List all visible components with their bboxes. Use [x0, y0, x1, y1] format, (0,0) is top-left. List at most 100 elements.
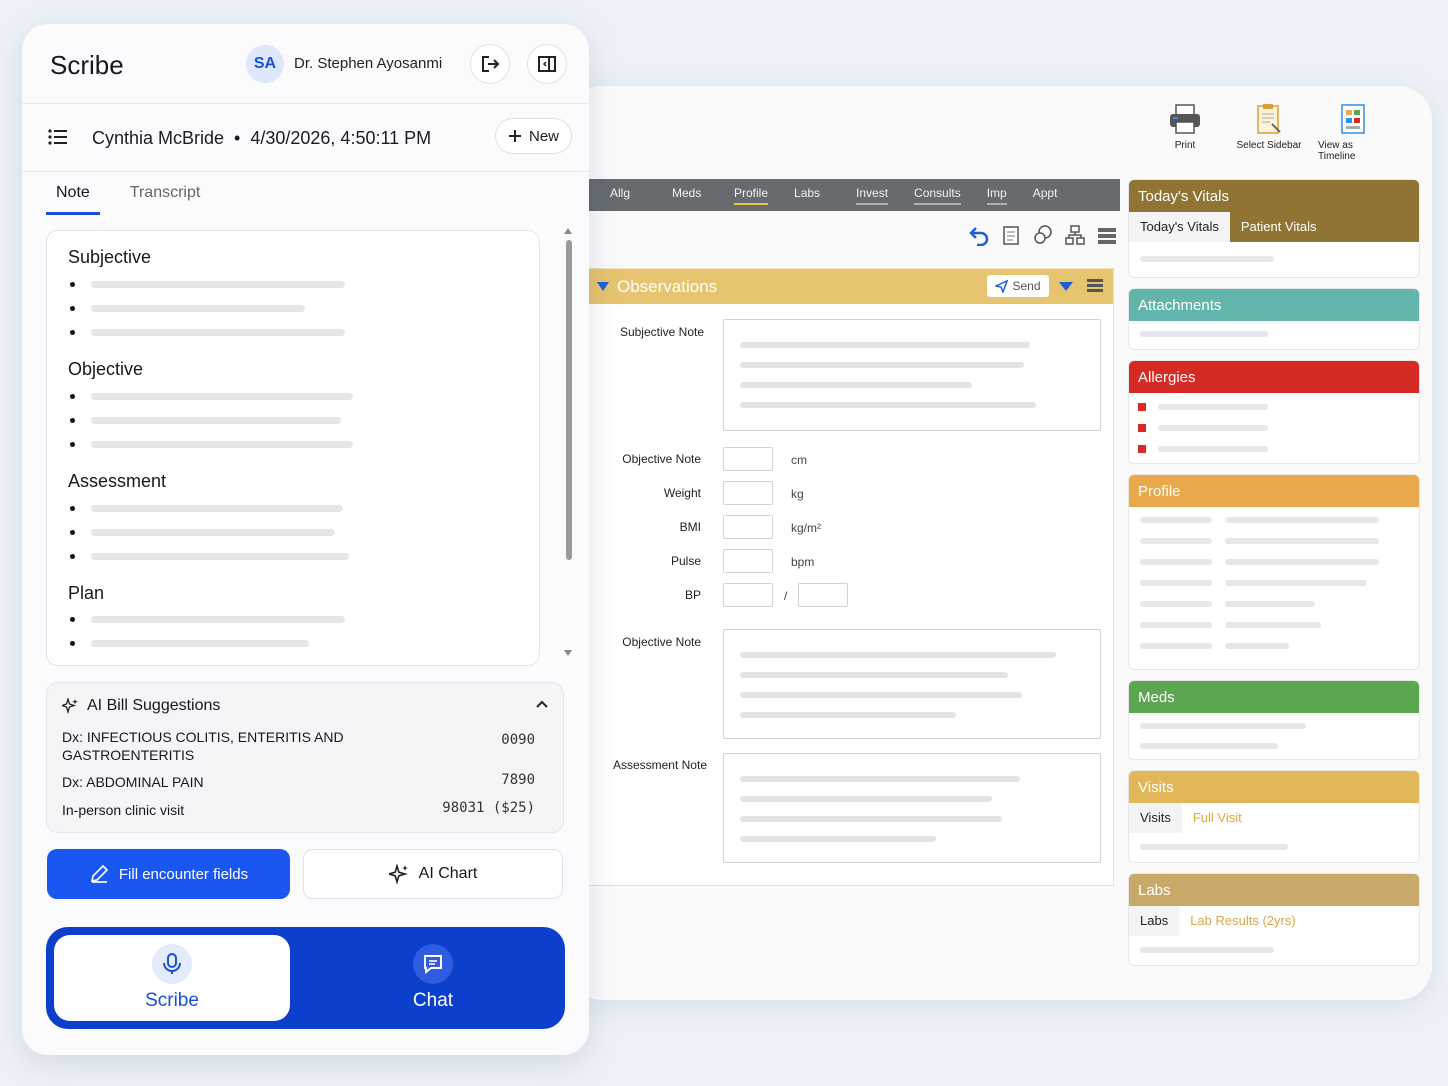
- hierarchy-icon[interactable]: [1064, 224, 1086, 246]
- send-label: Send: [1012, 279, 1041, 293]
- collapse-triangle-icon[interactable]: [597, 282, 609, 291]
- sparkle-icon: [388, 864, 408, 884]
- visits-header[interactable]: Visits: [1129, 771, 1419, 803]
- allergies-panel: Allergies: [1128, 360, 1420, 464]
- tab-lab-results[interactable]: Lab Results (2yrs): [1179, 906, 1306, 936]
- toggle-panel-button[interactable]: [527, 44, 567, 84]
- observations-header[interactable]: Observations Send: [589, 269, 1113, 304]
- tab-meds[interactable]: Meds: [672, 186, 734, 205]
- logout-button[interactable]: [470, 44, 510, 84]
- section-subjective: Subjective: [68, 247, 152, 267]
- chevron-up-icon[interactable]: [535, 699, 549, 709]
- attachments-header[interactable]: Attachments: [1129, 289, 1419, 321]
- meds-panel: Meds: [1128, 680, 1420, 760]
- section-plan: Plan: [68, 583, 105, 603]
- mode-switcher: Scribe Chat: [46, 927, 565, 1029]
- print-button[interactable]: Print: [1150, 102, 1220, 162]
- assessment-note-textarea[interactable]: [723, 753, 1101, 863]
- chat-icon: [413, 944, 453, 984]
- scrollbar-thumb[interactable]: [566, 240, 572, 560]
- soap-note-card: Subjective Objective Assessment Plan: [46, 230, 540, 666]
- pulse-input[interactable]: [723, 549, 773, 573]
- todays-vitals-panel: Today's Vitals Today's Vitals Patient Vi…: [1128, 179, 1420, 278]
- labs-header[interactable]: Labs: [1129, 874, 1419, 906]
- printer-icon: [1170, 104, 1200, 134]
- doctor-name: Dr. Stephen Ayosanmi: [294, 55, 443, 72]
- emr-tab-bar: Allg Meds Profile Labs Invest Consults I…: [588, 179, 1120, 211]
- tab-note[interactable]: Note: [46, 184, 100, 215]
- send-icon: [995, 279, 1009, 293]
- subjective-note-label: Subjective Note: [619, 325, 704, 339]
- tab-todays-vitals[interactable]: Today's Vitals: [1129, 212, 1230, 242]
- scribe-header: Scribe SA Dr. Stephen Ayosanmi: [22, 24, 589, 104]
- list-view-icon[interactable]: [1096, 224, 1118, 246]
- document-icon[interactable]: [1000, 224, 1022, 246]
- dropdown-triangle-icon[interactable]: [1059, 282, 1073, 291]
- mode-chat-button[interactable]: Chat: [308, 935, 558, 1021]
- meds-header[interactable]: Meds: [1129, 681, 1419, 713]
- pen-icon: [90, 864, 109, 883]
- todays-vitals-header[interactable]: Today's Vitals: [1129, 180, 1419, 212]
- tab-allg[interactable]: Allg: [610, 186, 672, 205]
- height-input[interactable]: [723, 447, 773, 471]
- tab-invest[interactable]: Invest: [856, 186, 889, 205]
- bill-row-code: 98031 ($25): [442, 800, 535, 816]
- bp-separator: /: [784, 589, 788, 603]
- avatar[interactable]: SA: [246, 45, 284, 83]
- send-button[interactable]: Send: [987, 275, 1049, 297]
- visits-panel: Visits Visits Full Visit: [1128, 770, 1420, 863]
- bp-systolic-input[interactable]: [723, 583, 773, 607]
- tab-visits[interactable]: Visits: [1129, 803, 1182, 833]
- bill-row-label: Dx: INFECTIOUS COLITIS, ENTERITIS AND GA…: [62, 729, 344, 763]
- pulse-unit: bpm: [791, 555, 815, 569]
- bill-row-code: 7890: [501, 772, 535, 788]
- panel-toggle-icon: [538, 56, 556, 72]
- timeline-icon: [1341, 104, 1365, 134]
- logout-icon: [482, 56, 500, 72]
- view-as-timeline-button[interactable]: View as Timeline: [1318, 102, 1388, 162]
- plus-icon: [508, 130, 521, 142]
- subjective-note-textarea[interactable]: [723, 319, 1101, 431]
- allergies-header[interactable]: Allergies: [1129, 361, 1419, 393]
- ai-bill-title: AI Bill Suggestions: [87, 697, 221, 714]
- mode-scribe-label: Scribe: [145, 990, 199, 1011]
- emr-toolbar: Print Select Sidebar View as Timeline: [1150, 102, 1388, 162]
- observations-title: Observations: [617, 276, 718, 296]
- tab-imp[interactable]: Imp: [986, 186, 1007, 205]
- scribe-panel: Scribe SA Dr. Stephen Ayosanmi Cynthia M…: [22, 24, 589, 1055]
- profile-header[interactable]: Profile: [1129, 475, 1419, 507]
- sparkle-icon: [62, 698, 78, 714]
- hamburger-menu-icon[interactable]: [1087, 279, 1103, 294]
- select-sidebar-label: Select Sidebar: [1236, 140, 1302, 151]
- objective-note-textarea[interactable]: [723, 629, 1101, 739]
- tab-full-visit[interactable]: Full Visit: [1182, 803, 1253, 833]
- tab-consults[interactable]: Consults: [914, 186, 961, 205]
- tab-labs[interactable]: Labs: [1129, 906, 1180, 936]
- labs-tabs: Labs Lab Results (2yrs): [1129, 906, 1419, 936]
- assessment-note-label: Assessment Note: [612, 758, 707, 772]
- ai-chart-button[interactable]: AI Chart: [303, 849, 563, 899]
- select-sidebar-button[interactable]: Select Sidebar: [1234, 102, 1304, 162]
- fill-encounter-fields-button[interactable]: Fill encounter fields: [47, 849, 290, 899]
- weight-label: Weight: [663, 486, 701, 500]
- vitals-tabs: Today's Vitals Patient Vitals: [1129, 212, 1419, 242]
- new-label: New: [528, 127, 559, 145]
- new-button[interactable]: New: [495, 118, 572, 154]
- mode-scribe-button[interactable]: Scribe: [54, 935, 290, 1021]
- tab-appt[interactable]: Appt: [1033, 186, 1095, 205]
- tab-profile[interactable]: Profile: [734, 186, 769, 205]
- tab-transcript[interactable]: Transcript: [130, 184, 201, 215]
- list-menu-icon[interactable]: [48, 127, 68, 147]
- chat-bubbles-icon[interactable]: [1032, 224, 1054, 246]
- view-as-timeline-label: View as Timeline: [1318, 140, 1356, 162]
- bmi-input[interactable]: [723, 515, 773, 539]
- undo-icon[interactable]: [968, 224, 990, 246]
- bp-diastolic-input[interactable]: [798, 583, 848, 607]
- clipboard-icon: [1257, 104, 1281, 134]
- visits-tabs: Visits Full Visit: [1129, 803, 1419, 833]
- height-unit: cm: [791, 453, 807, 467]
- tab-labs[interactable]: Labs: [794, 186, 856, 205]
- weight-input[interactable]: [723, 481, 773, 505]
- tab-patient-vitals[interactable]: Patient Vitals: [1230, 212, 1328, 242]
- bill-row-label: In-person clinic visit: [62, 802, 185, 818]
